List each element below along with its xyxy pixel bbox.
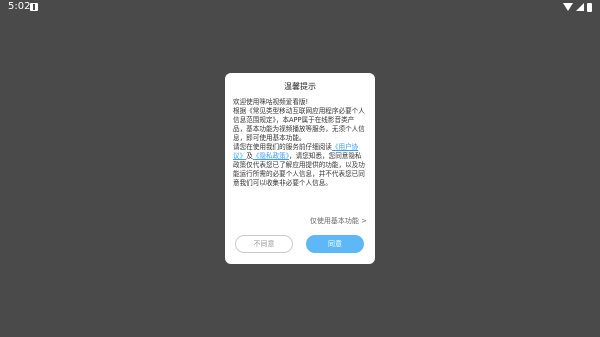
notification-icon xyxy=(30,3,38,11)
consent-text: 请您在使用我们的服务前仔细阅读《用户协议》及《隐私政策》，请您知悉，您同意隐私政… xyxy=(233,143,367,188)
consent-and: 及 xyxy=(246,152,253,160)
welcome-text: 欢迎使用咪咕视频爱看版! xyxy=(233,98,309,106)
status-time: 5:02 xyxy=(8,1,31,12)
disagree-button[interactable]: 不同意 xyxy=(235,235,293,253)
regulation-text: 根据《常见类型移动互联网应用程序必要个人信息范围规定》，本APP属于在线影音类产… xyxy=(233,107,365,142)
wifi-icon xyxy=(563,3,573,11)
privacy-policy-link[interactable]: 《隐私政策》 xyxy=(253,152,289,160)
status-bar: 5:02 xyxy=(0,0,600,14)
basic-function-link[interactable]: 仅使用基本功能 > xyxy=(310,217,367,226)
agree-button[interactable]: 同意 xyxy=(306,235,364,253)
status-icons xyxy=(563,2,592,12)
signal-icon xyxy=(576,3,584,11)
battery-icon xyxy=(587,2,592,12)
dialog-body[interactable]: 欢迎使用咪咕视频爱看版! 根据《常见类型移动互联网应用程序必要个人信息范围规定》… xyxy=(233,98,367,211)
dialog-title: 温馨提示 xyxy=(284,82,316,91)
privacy-dialog: 温馨提示 欢迎使用咪咕视频爱看版! 根据《常见类型移动互联网应用程序必要个人信息… xyxy=(225,73,375,264)
consent-prefix: 请您在使用我们的服务前仔细阅读 xyxy=(233,143,332,151)
